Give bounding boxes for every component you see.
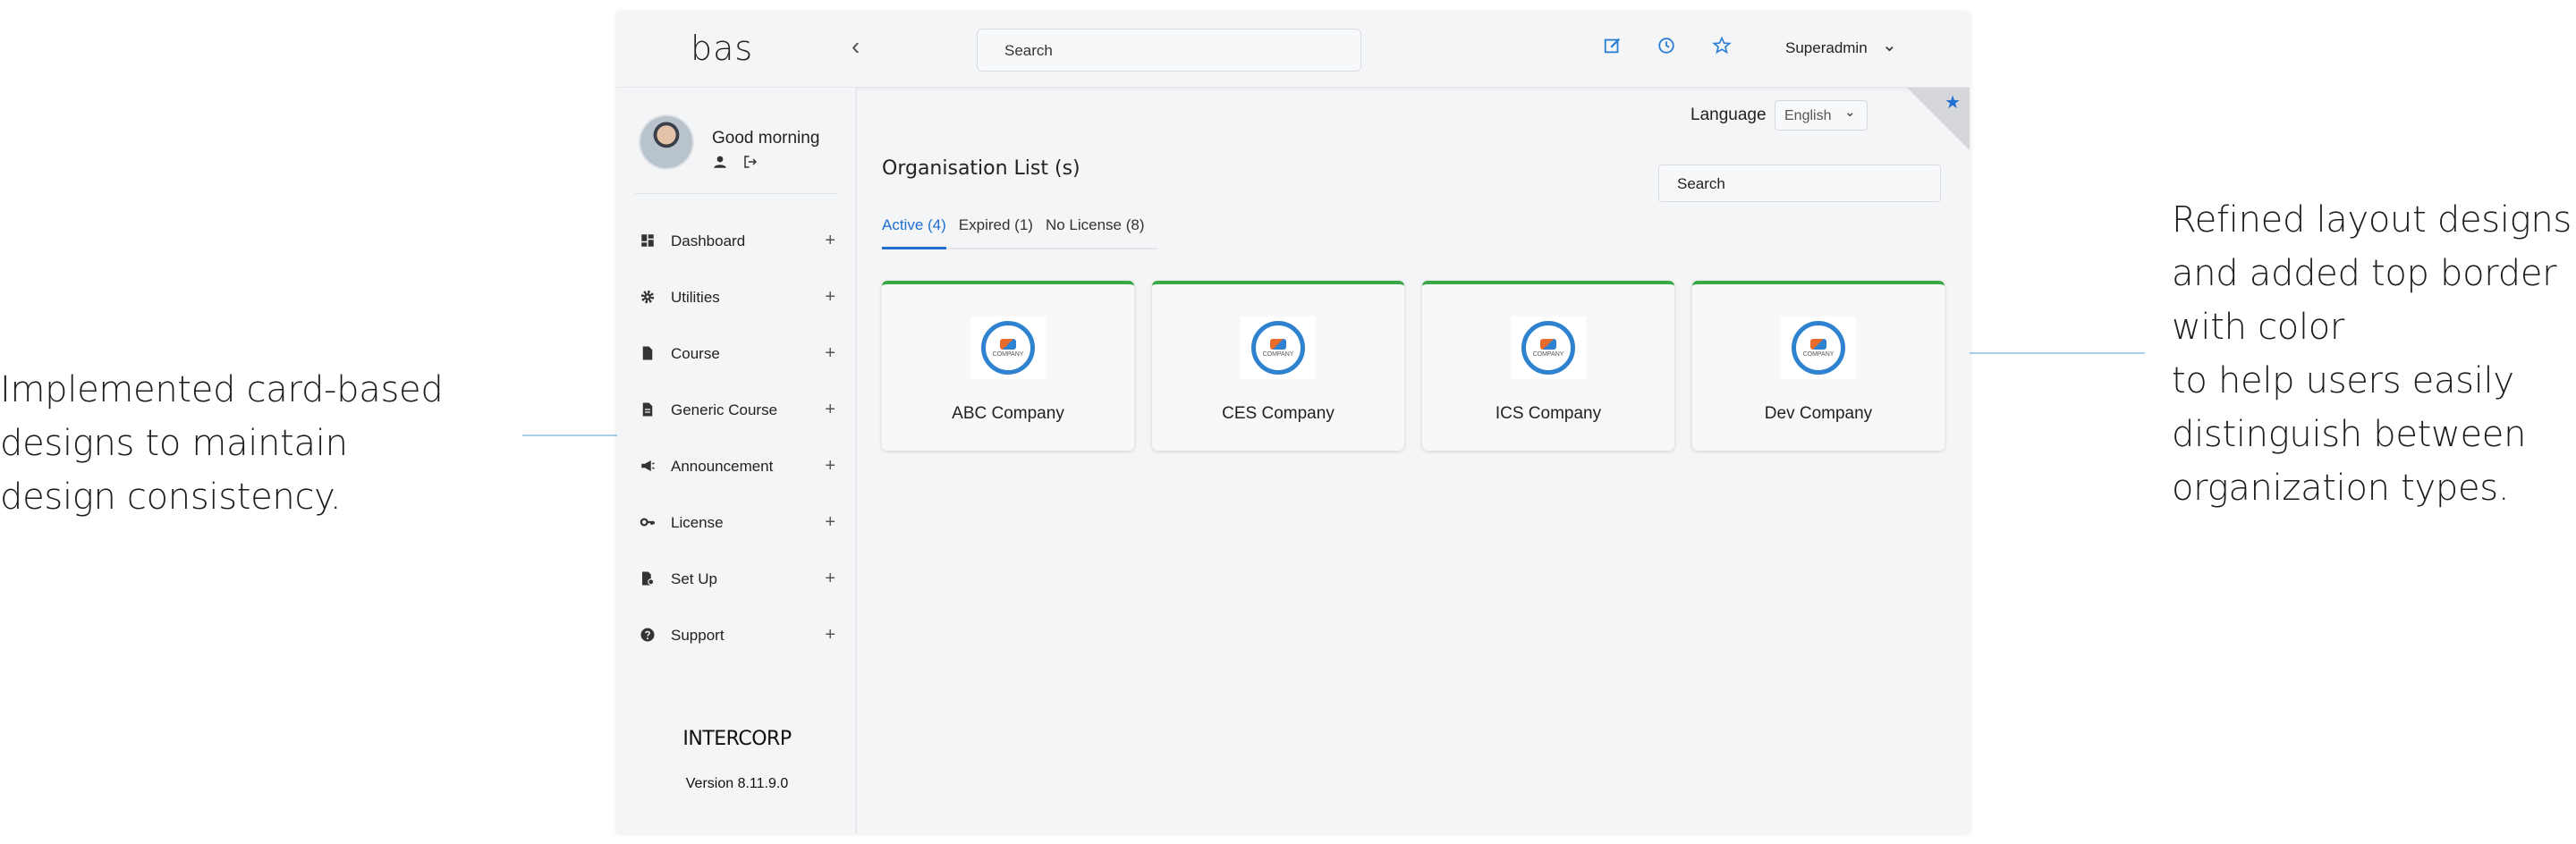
sidebar-item-support[interactable]: Support + bbox=[617, 607, 857, 663]
sidebar-item-license[interactable]: License + bbox=[617, 494, 857, 551]
annotation-right: Refined layout designs and added top bor… bbox=[2172, 193, 2576, 515]
expand-plus-icon[interactable]: + bbox=[825, 287, 835, 308]
avatar[interactable] bbox=[639, 114, 694, 170]
company-logo: COMPANY bbox=[1781, 316, 1856, 379]
tab-expired[interactable]: Expired (1) bbox=[959, 209, 1033, 248]
global-search-input[interactable]: Search bbox=[977, 29, 1361, 72]
organisation-name: ABC Company bbox=[952, 404, 1064, 423]
top-bar: bas ‹ Search Superadmin ⌄ bbox=[617, 13, 1970, 88]
document-lines-icon bbox=[639, 401, 657, 419]
language-label: Language bbox=[1690, 106, 1767, 124]
expand-plus-icon[interactable]: + bbox=[825, 456, 835, 477]
megaphone-icon bbox=[639, 458, 657, 476]
annotation-right-line-5: distinguish between bbox=[2172, 414, 2527, 455]
sidebar-item-announcement[interactable]: Announcement + bbox=[617, 438, 857, 494]
sidebar-item-label: Generic Course bbox=[671, 401, 778, 418]
expand-plus-icon[interactable]: + bbox=[825, 569, 835, 589]
document-icon bbox=[639, 345, 657, 363]
organisation-name: ICS Company bbox=[1495, 404, 1602, 423]
organisation-card[interactable]: COMPANY Dev Company bbox=[1692, 281, 1945, 451]
organisation-search-input[interactable]: Search bbox=[1658, 165, 1941, 202]
annotation-left-line-1: Implemented card-based bbox=[0, 369, 444, 410]
dashboard-icon bbox=[639, 232, 657, 250]
profile-icon[interactable] bbox=[712, 154, 728, 174]
greeting-text: Good morning bbox=[712, 129, 820, 148]
annotation-left-line-3: design consistency. bbox=[0, 477, 342, 518]
logo-text: COMPANY bbox=[992, 350, 1024, 358]
organisation-cards: COMPANY ABC Company COMPANY CES Company … bbox=[882, 281, 1962, 451]
company-brand: INTERCORP bbox=[682, 728, 792, 750]
sidebar-item-utilities[interactable]: Utilities + bbox=[617, 269, 857, 325]
expand-plus-icon[interactable]: + bbox=[825, 625, 835, 646]
organisation-name: Dev Company bbox=[1764, 404, 1873, 423]
settings-document-icon bbox=[639, 570, 657, 588]
history-icon[interactable] bbox=[1655, 36, 1678, 59]
annotation-right-line-4: to help users easily bbox=[2172, 360, 2514, 401]
organisation-card[interactable]: COMPANY ABC Company bbox=[882, 281, 1134, 451]
sidebar-item-set-up[interactable]: Set Up + bbox=[617, 551, 857, 607]
expand-plus-icon[interactable]: + bbox=[825, 231, 835, 251]
sidebar-item-dashboard[interactable]: Dashboard + bbox=[617, 213, 857, 269]
organisation-card[interactable]: COMPANY ICS Company bbox=[1422, 281, 1674, 451]
organisation-tabs: Active (4) Expired (1) No License (8) bbox=[882, 209, 1157, 249]
company-logo: COMPANY bbox=[1511, 316, 1586, 379]
company-logo: COMPANY bbox=[970, 316, 1046, 379]
annotation-left-line-2: designs to maintain bbox=[0, 423, 348, 464]
star-outline-icon[interactable] bbox=[1710, 36, 1733, 59]
annotation-right-line-1: Refined layout designs bbox=[2172, 199, 2572, 241]
app-window: bas ‹ Search Superadmin ⌄ Good morning D… bbox=[617, 13, 1970, 833]
organisation-name: CES Company bbox=[1222, 404, 1335, 423]
sidebar-item-course[interactable]: Course + bbox=[617, 325, 857, 382]
tab-no-license[interactable]: No License (8) bbox=[1046, 209, 1145, 248]
tab-active[interactable]: Active (4) bbox=[882, 209, 946, 249]
sidebar: Good morning Dashboard + Utilities + Cou… bbox=[617, 88, 857, 833]
edit-icon[interactable] bbox=[1601, 36, 1624, 59]
version-text: Version 8.11.9.0 bbox=[685, 776, 789, 791]
expand-plus-icon[interactable]: + bbox=[825, 343, 835, 364]
logout-icon[interactable] bbox=[742, 154, 758, 174]
logo-text: COMPANY bbox=[1532, 350, 1564, 358]
star-filled-icon[interactable]: ★ bbox=[1945, 91, 1961, 114]
app-logo[interactable]: bas bbox=[691, 29, 753, 68]
annotation-right-line-3: with color bbox=[2172, 307, 2345, 348]
annotation-left: Implemented card-based designs to mainta… bbox=[0, 363, 501, 524]
annotation-right-line-2: and added top border bbox=[2172, 253, 2557, 294]
help-icon bbox=[639, 627, 657, 645]
chevron-down-icon[interactable]: ⌄ bbox=[1882, 34, 1897, 56]
sidebar-item-label: Course bbox=[671, 344, 720, 362]
user-menu-button[interactable]: Superadmin bbox=[1785, 39, 1868, 57]
sidebar-item-label: Utilities bbox=[671, 288, 720, 306]
sidebar-item-generic-course[interactable]: Generic Course + bbox=[617, 382, 857, 438]
key-icon bbox=[639, 514, 657, 532]
chevron-down-icon[interactable]: ⌄ bbox=[1844, 104, 1856, 120]
gear-icon bbox=[639, 289, 657, 307]
sidebar-item-label: Dashboard bbox=[671, 232, 746, 249]
company-logo: COMPANY bbox=[1241, 316, 1316, 379]
logo-text: COMPANY bbox=[1262, 350, 1294, 358]
sidebar-item-label: Announcement bbox=[671, 457, 774, 475]
logo-text: COMPANY bbox=[1802, 350, 1835, 358]
main-content: ★ Language English ⌄ Organisation List (… bbox=[859, 88, 1970, 833]
sidebar-divider bbox=[635, 193, 837, 194]
expand-plus-icon[interactable]: + bbox=[825, 512, 835, 533]
sidebar-item-label: License bbox=[671, 513, 724, 531]
organisation-card[interactable]: COMPANY CES Company bbox=[1152, 281, 1404, 451]
sidebar-item-label: Support bbox=[671, 626, 724, 644]
expand-plus-icon[interactable]: + bbox=[825, 400, 835, 420]
collapse-sidebar-icon[interactable]: ‹ bbox=[852, 32, 860, 61]
page-title: Organisation List (s) bbox=[882, 157, 1080, 180]
annotation-right-line-6: organization types. bbox=[2172, 468, 2510, 509]
sidebar-item-label: Set Up bbox=[671, 570, 717, 587]
sidebar-nav: Dashboard + Utilities + Course + Generic… bbox=[617, 213, 857, 663]
